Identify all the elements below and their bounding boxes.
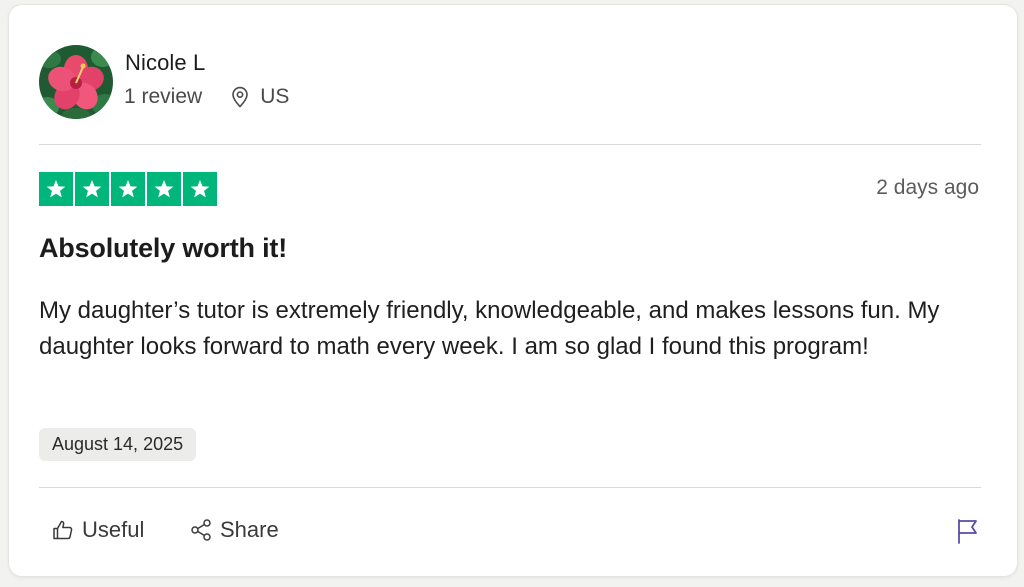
share-label: Share (220, 517, 279, 542)
star-icon (183, 172, 217, 206)
star-icon (75, 172, 109, 206)
review-posted-time: 2 days ago (876, 176, 979, 199)
share-button[interactable]: Share (189, 517, 279, 543)
review-body: My daughter’s tutor is extremely friendl… (39, 297, 940, 360)
review-title[interactable]: Absolutely worth it! (39, 233, 287, 264)
experience-date-badge: August 14, 2025 (39, 428, 197, 461)
review-count: 1 review (124, 85, 203, 108)
star-rating (39, 172, 217, 206)
star-icon (111, 172, 145, 206)
report-flag-button[interactable] (955, 517, 981, 550)
reviewer-meta: 1 review US (124, 85, 289, 109)
flag-icon (958, 519, 977, 544)
map-pin-icon (230, 86, 250, 108)
reviewer-name[interactable]: Nicole L (125, 50, 205, 76)
star-icon (147, 172, 181, 206)
useful-button[interactable]: Useful (51, 517, 144, 543)
divider (39, 487, 981, 488)
divider (39, 144, 981, 145)
star-icon (39, 172, 73, 206)
reviewer-country: US (260, 85, 290, 108)
thumbs-up-icon (53, 520, 73, 540)
review-card: Nicole L 1 review US 2 days ago Absolute… (8, 4, 1018, 577)
hibiscus-avatar-image (39, 45, 113, 119)
share-icon (191, 519, 211, 541)
useful-label: Useful (82, 517, 145, 542)
avatar[interactable] (39, 45, 113, 119)
